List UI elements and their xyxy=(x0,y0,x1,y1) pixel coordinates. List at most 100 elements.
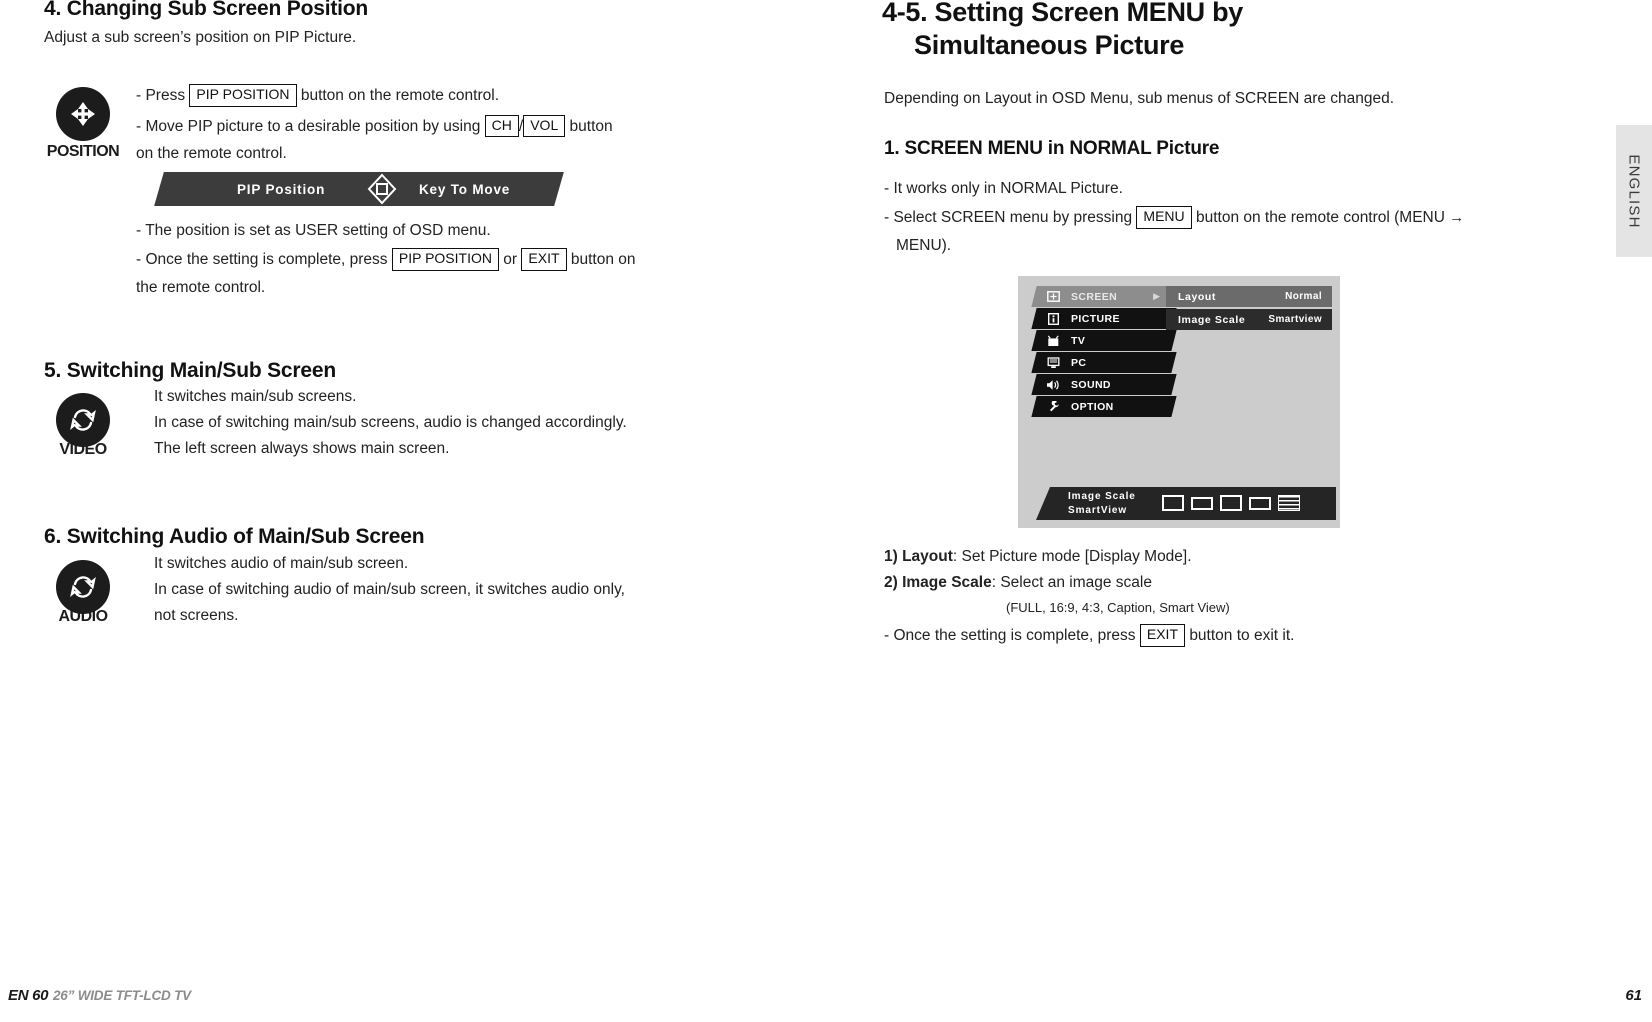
pip-position-osd-bar: PIP Position Key To Move xyxy=(154,172,568,210)
key-menu[interactable]: MENU xyxy=(1136,206,1192,229)
key-exit[interactable]: EXIT xyxy=(521,248,567,271)
section-4-heading: 4. Changing Sub Screen Position xyxy=(44,0,369,20)
osd-menu-item-sound[interactable]: SOUND xyxy=(1031,374,1177,395)
osd-bar-text: PIP Position Key To Move xyxy=(159,172,559,206)
pip-position-label: PIP Position xyxy=(237,181,326,197)
audio-icon-badge xyxy=(56,560,110,614)
language-side-tab-label: ENGLISH xyxy=(1625,153,1643,229)
section-6-line-1: It switches audio of main/sub screen. xyxy=(154,555,409,572)
key-ch[interactable]: CH xyxy=(484,114,519,137)
instruction-line-3: on the remote control. xyxy=(136,145,287,162)
chevron-right-icon: ▶ xyxy=(1153,291,1160,301)
osd-menu-list: SCREEN ▶ PICTURE TV PC SOUND OPTION xyxy=(1031,286,1177,418)
note-2-options: (FULL, 16:9, 4:3, Caption, Smart View) xyxy=(1006,600,1230,615)
language-side-tab: ENGLISH xyxy=(1616,125,1652,257)
section-5-line-2: In case of switching main/sub screens, a… xyxy=(154,414,627,431)
position-icon-caption: POSITION xyxy=(46,143,120,160)
right-arrow-icon: → xyxy=(1449,209,1465,226)
caption-scale-icon[interactable] xyxy=(1249,496,1271,510)
osd-item-label-sound: SOUND xyxy=(1071,378,1111,391)
osd-submenu-value-image-scale: Smartview xyxy=(1268,314,1322,325)
note-1: 1) Layout: Set Picture mode [Display Mod… xyxy=(884,548,1494,566)
bullet-1: - It works only in NORMAL Picture. xyxy=(884,180,1123,197)
osd-scale-icon-row xyxy=(1162,495,1300,511)
key-pip-position-2[interactable]: PIP POSITION xyxy=(391,248,499,271)
osd-item-label-option: OPTION xyxy=(1071,400,1114,413)
osd-submenu-row-image-scale[interactable]: Image Scale Smartview xyxy=(1166,309,1332,330)
tv-icon xyxy=(1046,334,1061,347)
section-5-line-3: The left screen always shows main screen… xyxy=(154,440,450,457)
section-5-heading: 5. Switching Main/Sub Screen xyxy=(44,359,336,382)
key-pip-position[interactable]: PIP POSITION xyxy=(189,84,297,107)
page-footer: EN 60 26” WIDE TFT-LCD TV 61 xyxy=(0,982,1652,1004)
speaker-icon xyxy=(1046,378,1061,391)
dpad-diamond-icon xyxy=(367,173,397,208)
osd-image-scale-title: Image Scale xyxy=(1068,491,1136,502)
intro-text: Depending on Layout in OSD Menu, sub men… xyxy=(884,90,1395,107)
once-complete-label: - Once the setting is complete, press xyxy=(136,251,388,268)
section-5-line-1: It switches main/sub screens. xyxy=(154,388,357,405)
exit-note-suffix: button to exit it. xyxy=(1189,627,1295,644)
move-suffix: button xyxy=(569,117,613,135)
osd-submenu-value-layout: Normal xyxy=(1285,291,1322,302)
sub-heading: 1. SCREEN MENU in NORMAL Picture xyxy=(884,138,1220,159)
instruction-line-2: - Move PIP picture to a desirable positi… xyxy=(136,114,681,137)
manual-page: 4. Changing Sub Screen Position Adjust a… xyxy=(0,0,1652,1022)
osd-menu-item-option[interactable]: OPTION xyxy=(1031,396,1177,417)
4-3-scale-icon[interactable] xyxy=(1220,495,1242,511)
select-screen-suffix: button on the remote control (MENU xyxy=(1195,209,1445,226)
pc-monitor-icon xyxy=(1046,356,1061,369)
osd-submenu-list: Layout Normal Image Scale Smartview xyxy=(1166,286,1332,332)
video-icon-badge xyxy=(56,393,110,447)
notes-block: 1) Layout: Set Picture mode [Display Mod… xyxy=(884,548,1494,655)
instruction-line-1: - Press PIP POSITION button on the remot… xyxy=(136,84,666,107)
key-to-move-label: Key To Move xyxy=(419,181,511,197)
move-label: - Move PIP picture to a desirable positi… xyxy=(136,117,481,135)
osd-menu-item-screen[interactable]: SCREEN ▶ xyxy=(1031,286,1177,307)
section-6-heading: 6. Switching Audio of Main/Sub Screen xyxy=(44,525,425,548)
swap-arrows-icon xyxy=(70,576,96,598)
instruction-line-5: - Once the setting is complete, press PI… xyxy=(136,248,666,271)
select-screen-label: - Select SCREEN menu by pressing xyxy=(884,209,1133,226)
note-2: 2) Image Scale: Select an image scale xyxy=(884,574,1494,592)
exit-note-label: - Once the setting is complete, press xyxy=(884,627,1136,644)
section-5-lines: It switches main/sub screens. In case of… xyxy=(154,388,694,466)
swap-arrows-icon xyxy=(70,409,96,431)
section-4-subtitle: Adjust a sub screen’s position on PIP Pi… xyxy=(44,29,357,46)
16-9-scale-icon[interactable] xyxy=(1191,496,1213,510)
wrench-icon xyxy=(1046,400,1061,413)
note-2-text: : Select an image scale xyxy=(991,574,1152,591)
press-label: - Press xyxy=(136,87,186,104)
section-6-lines: It switches audio of main/sub screen. In… xyxy=(154,555,699,633)
osd-submenu-row-layout[interactable]: Layout Normal xyxy=(1166,286,1332,307)
audio-icon-caption: AUDIO xyxy=(58,608,108,625)
instruction-line-6: the remote control. xyxy=(136,278,266,296)
osd-submenu-key-image-scale: Image Scale xyxy=(1178,313,1246,326)
button-on-label: button on xyxy=(570,251,636,268)
full-scale-icon[interactable] xyxy=(1162,495,1184,511)
bullet-3: MENU). xyxy=(896,236,952,254)
osd-menu-item-picture[interactable]: PICTURE xyxy=(1031,308,1177,329)
section-4-instructions-2: - The position is set as USER setting of… xyxy=(136,222,666,305)
note-2-label: 2) Image Scale xyxy=(884,574,992,591)
smartview-scale-icon[interactable] xyxy=(1278,495,1300,511)
note-1-label: 1) Layout xyxy=(884,548,953,565)
key-exit-2[interactable]: EXIT xyxy=(1139,624,1185,647)
note-3: - Once the setting is complete, press EX… xyxy=(884,624,1494,647)
section-6-line-2: In case of switching audio of main/sub s… xyxy=(154,581,625,598)
osd-item-label-picture: PICTURE xyxy=(1071,312,1120,325)
osd-item-label-pc: PC xyxy=(1071,356,1087,369)
osd-item-label-screen: SCREEN xyxy=(1071,290,1118,303)
or-label: or xyxy=(503,251,518,268)
instruction-line-4: - The position is set as USER setting of… xyxy=(136,222,491,239)
note-1-text: : Set Picture mode [Display Mode]. xyxy=(952,548,1192,565)
osd-menu-item-pc[interactable]: PC xyxy=(1031,352,1177,373)
osd-submenu-key-layout: Layout xyxy=(1178,290,1217,303)
osd-image-scale-value: SmartView xyxy=(1068,504,1128,516)
picture-icon xyxy=(1046,312,1061,325)
key-vol[interactable]: VOL xyxy=(523,114,566,137)
footer-page-right: 61 xyxy=(1625,987,1642,1004)
osd-menu-item-tv[interactable]: TV xyxy=(1031,330,1177,351)
page-title-line-1: 4-5. Setting Screen MENU by xyxy=(882,0,1243,27)
footer-page-left: EN 60 xyxy=(8,987,49,1004)
